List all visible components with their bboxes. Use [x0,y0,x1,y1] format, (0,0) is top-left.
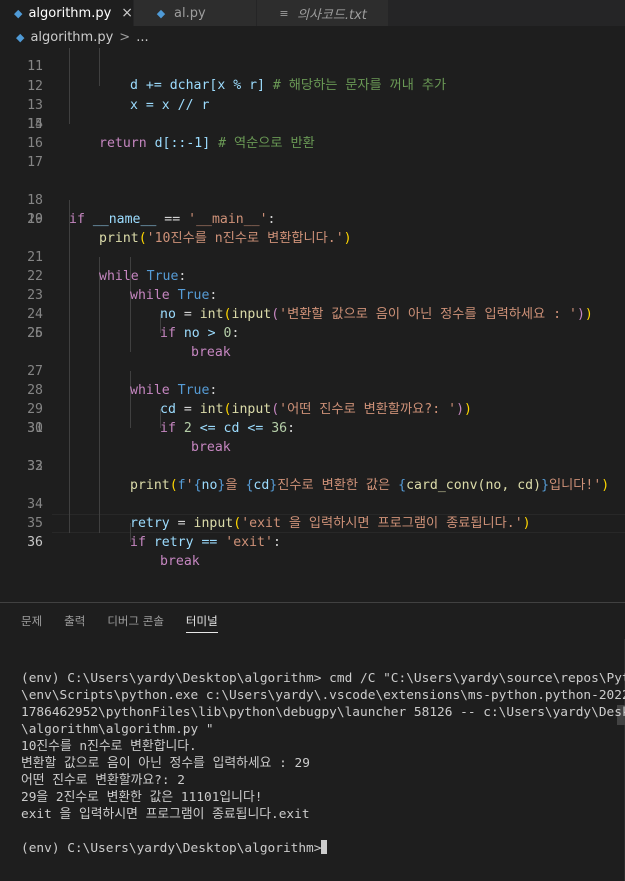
close-icon[interactable]: × [121,5,133,21]
code-line: 11 d += dchar[x % r] # 해당하는 문자를 꺼내 추가 [0,48,625,93]
code-line: 20 [0,210,625,229]
breadcrumb-separator: > [119,29,131,45]
code-line: 13 [0,77,625,113]
code-keyword: break [160,554,200,569]
terminal-line: exit 을 입력하시면 프로그램이 종료됩니다.exit [21,807,310,822]
terminal-line: 어떤 진수로 변환할까요?: 2 [21,773,185,788]
code-line-current: 36 break [0,514,625,569]
python-file-icon: ◆ [14,6,23,20]
tab-pseudocode-txt[interactable]: ≡ 의사코드.txt [257,0,389,26]
line-number: 33 [27,459,43,474]
breadcrumb-symbol[interactable]: ... [136,30,148,45]
code-keyword: if [130,535,146,550]
line-number: 36 [27,535,43,550]
tab-debug-console[interactable]: 디버그 콘솔 [107,603,164,639]
code-line: 12 x = x // r [0,58,625,113]
terminal-line: \algorithm\algorithm.py " [21,722,214,737]
terminal-line: (env) C:\Users\yardy\Desktop\algorithm> … [21,671,625,686]
line-number: 15 [27,117,43,132]
tab-al-py[interactable]: ◆ al.py [134,0,257,26]
tab-problems[interactable]: 문제 [21,603,42,639]
line-number: 31 [27,421,43,436]
code-line: 32 print(f'{no}을 {cd}진수로 변환한 값은 {card_co… [0,438,625,493]
breadcrumb-file[interactable]: algorithm.py [30,30,113,45]
terminal-output[interactable]: (env) C:\Users\yardy\Desktop\algorithm> … [21,670,625,857]
code-line: 22 while True: [0,248,625,303]
python-file-icon: ◆ [16,30,25,44]
code-line: 35 if retry == 'exit': [0,495,625,550]
editor-tab-bar: ◆ algorithm.py × ◆ al.py ≡ 의사코드.txt [0,0,625,26]
code-line: 24 if no > 0: [0,286,625,341]
tab-output[interactable]: 출력 [64,603,85,639]
code-line: 19 print('10진수를 n진수로 변환합니다.') [0,191,625,246]
code-line: 23 no = int(input('변환할 값으로 음이 아닌 정수를 입력하… [0,267,625,322]
line-number: 16 [27,136,43,151]
code-string: 'exit' [225,535,273,550]
code-line: 18 if __name__ == '__main__': [0,172,625,227]
terminal-line: 29을 2진수로 변환한 값은 11101입니다! [21,790,263,805]
code-line: 33 [0,457,625,476]
code-line: 30 break [0,400,625,455]
code-line: 26 [0,324,625,343]
code-line: 21 while True: [0,229,625,284]
terminal-prompt: (env) C:\Users\yardy\Desktop\algorithm> [21,841,322,856]
code-text: retry == [145,535,226,550]
tab-label: algorithm.py [28,5,112,21]
code-line: 15 [0,115,625,134]
code-editor[interactable]: 11 d += dchar[x % r] # 해당하는 문자를 꺼내 추가 12… [0,48,625,602]
code-line: 17 [0,153,625,172]
tab-terminal[interactable]: 터미널 [185,603,218,639]
panel-tabs: 문제 출력 디버그 콘솔 터미널 [0,603,240,639]
code-line: 27 while True: [0,343,625,398]
code-line: 29 if 2 <= cd <= 36: [0,381,625,436]
tab-label: al.py [174,5,206,21]
line-number: 17 [27,155,43,170]
terminal-cursor [321,840,328,854]
terminal-line: 변환할 값으로 음이 아닌 정수를 입력하세요 : 29 [21,756,310,771]
python-file-icon: ◆ [156,6,166,20]
code-line: 34 retry = input('exit 을 입력하시면 프로그램이 종료됩… [0,476,625,531]
terminal-prompt-line[interactable]: (env) C:\Users\yardy\Desktop\algorithm> [21,840,611,857]
terminal-line: 1786462952\pythonFiles\lib\python\debugp… [21,705,625,720]
code-line: 14 return d[::-1] # 역순으로 반환 [0,96,625,151]
code-line: 28 cd = int(input('어떤 진수로 변환할까요?: ')) [0,362,625,417]
code-line: 31 [0,419,625,438]
line-number: 26 [27,326,43,341]
code-line: 16 [0,134,625,153]
line-number: 20 [27,212,43,227]
terminal-line: 10진수를 n진수로 변환합니다. [21,739,197,754]
breadcrumb: ◆ algorithm.py > ... [0,26,625,48]
text-file-icon: ≡ [279,6,289,20]
code-line: 25 break [0,305,625,360]
terminal-line: \env\Scripts\python.exe c:\Users\yardy\.… [21,688,625,703]
tab-label: 의사코드.txt [297,7,367,23]
bottom-panel: 문제 출력 디버그 콘솔 터미널 (env) C:\Users\yardy\De… [0,603,625,881]
code-text: if retry == 'exit': [130,533,281,552]
tab-algorithm-py[interactable]: ◆ algorithm.py × [0,0,134,26]
code-operator: : [272,535,281,550]
